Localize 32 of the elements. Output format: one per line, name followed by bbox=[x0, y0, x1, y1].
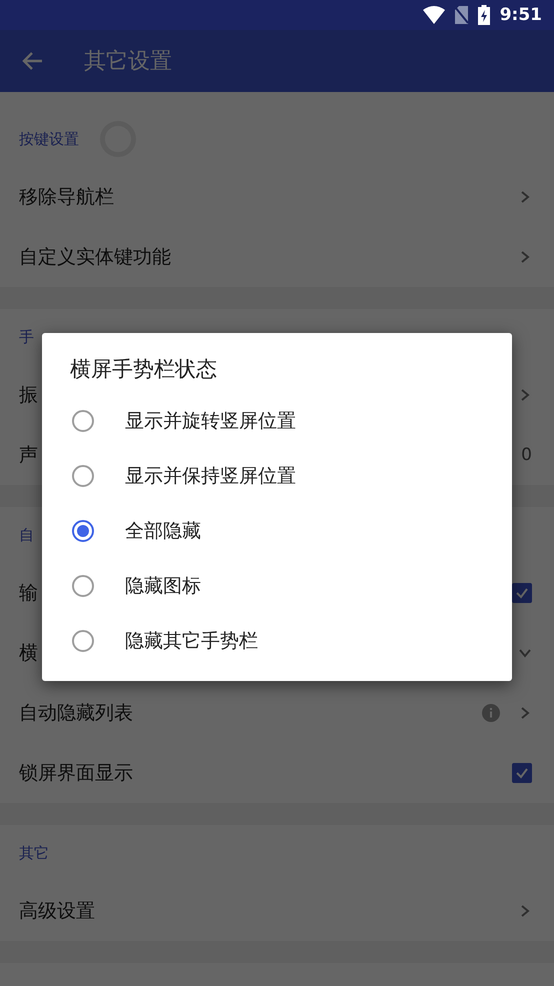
setting-label[interactable]: 高级设置 bbox=[19, 898, 518, 924]
radio-button[interactable] bbox=[72, 464, 94, 486]
option-label[interactable]: 全部隐藏 bbox=[125, 518, 201, 544]
setting-label[interactable]: 自动隐藏列表 bbox=[19, 700, 482, 726]
section-header: 按键设置 bbox=[19, 130, 79, 148]
back-arrow-icon[interactable] bbox=[22, 50, 44, 72]
clock-time: 9:51 bbox=[500, 5, 542, 25]
check-icon bbox=[515, 766, 529, 780]
section-header: 自 bbox=[19, 526, 34, 544]
setting-label[interactable]: 锁屏界面显示 bbox=[19, 760, 512, 786]
radio-button[interactable] bbox=[72, 410, 94, 432]
option-label[interactable]: 隐藏图标 bbox=[125, 572, 201, 598]
radio-button[interactable] bbox=[72, 520, 94, 542]
option-label[interactable]: 隐藏其它手势栏 bbox=[125, 628, 258, 654]
radio-button[interactable] bbox=[72, 574, 94, 596]
section-header: 手 bbox=[19, 328, 34, 346]
no-sim-icon bbox=[454, 6, 468, 24]
option-label[interactable]: 显示并旋转竖屏位置 bbox=[125, 408, 296, 434]
checkbox[interactable] bbox=[512, 583, 532, 603]
check-icon bbox=[515, 586, 529, 600]
checkbox[interactable] bbox=[512, 763, 532, 783]
dialog-title: 横屏手势栏状态 bbox=[70, 356, 218, 383]
setting-label[interactable]: 自定义实体键功能 bbox=[19, 244, 518, 270]
page-title: 其它设置 bbox=[84, 48, 172, 76]
battery-charging-icon bbox=[478, 5, 490, 25]
option-label[interactable]: 显示并保持竖屏位置 bbox=[125, 462, 296, 488]
section-header: 其它 bbox=[19, 844, 49, 862]
info-icon[interactable] bbox=[482, 704, 500, 722]
wifi-icon bbox=[422, 6, 445, 24]
radio-button[interactable] bbox=[72, 630, 94, 652]
setting-value: 0 bbox=[521, 445, 532, 465]
setting-label[interactable]: 移除导航栏 bbox=[19, 184, 518, 210]
